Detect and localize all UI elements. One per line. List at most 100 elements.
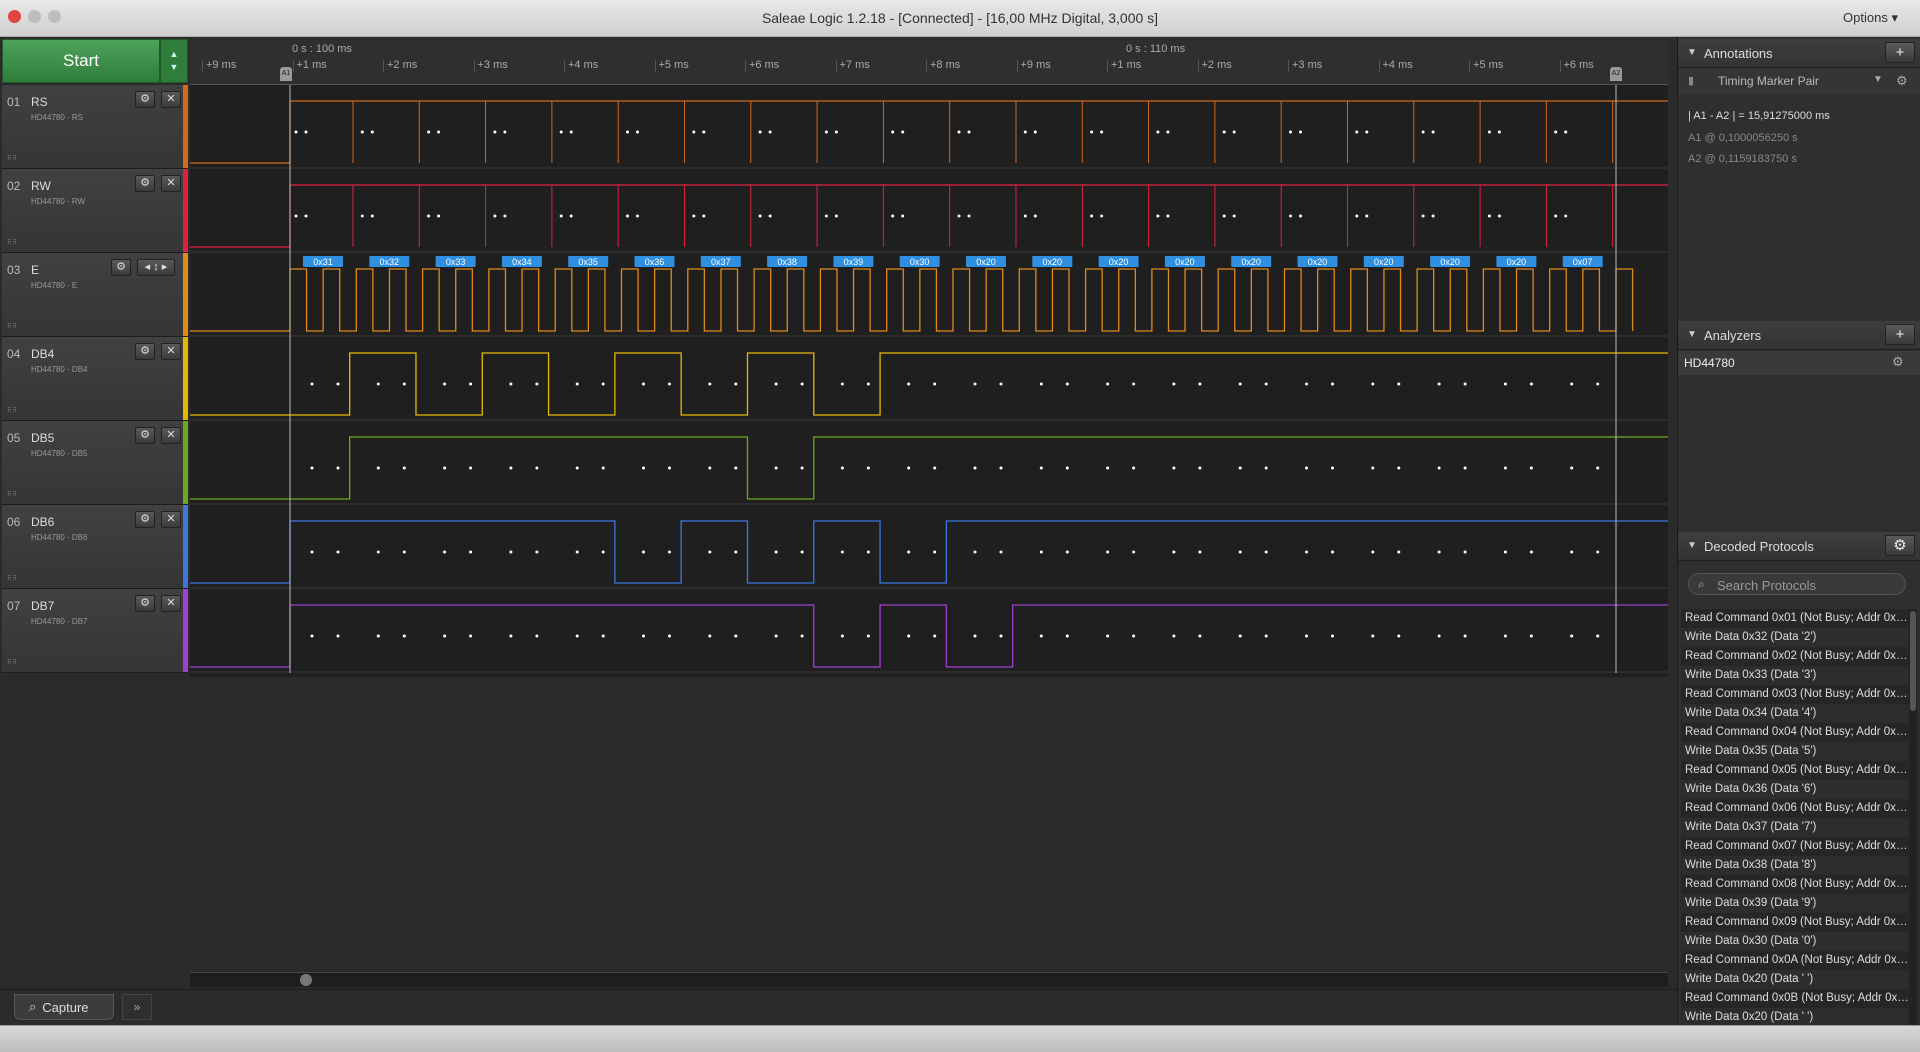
channel-settings-button[interactable]: ⚙ <box>135 343 155 360</box>
gear-icon[interactable]: ⚙ <box>1892 354 1904 370</box>
channel-remove-button[interactable]: ✕ <box>161 91 181 108</box>
channel-db6[interactable]: 06 DB6 HD44780 - DB6 ⚙ ✕ ⠿⠿ <box>2 505 188 589</box>
decoded-protocol-row[interactable]: Read Command 0x09 (Not Busy; Addr 0x09) <box>1681 913 1909 932</box>
protocol-bubble[interactable]: 0x20 <box>966 256 1006 267</box>
decoded-protocol-row[interactable]: Write Data 0x38 (Data '8') <box>1681 856 1909 875</box>
channel-db5[interactable]: 05 DB5 HD44780 - DB5 ⚙ ✕ ⠿⠿ <box>2 421 188 505</box>
decoded-protocol-row[interactable]: Read Command 0x0B (Not Busy; Addr 0x0B) <box>1681 989 1909 1008</box>
channel-rs[interactable]: 01 RS HD44780 - RS ⚙ ✕ ⠿⠿ <box>2 85 188 169</box>
protocol-bubble[interactable]: 0x20 <box>1430 256 1471 267</box>
decoded-protocol-row[interactable]: Write Data 0x30 (Data '0') <box>1681 932 1909 951</box>
protocol-bubble[interactable]: 0x20 <box>1231 256 1272 267</box>
drag-handle-icon[interactable]: ⠿⠿ <box>7 491 18 498</box>
protocol-bubble[interactable]: 0x20 <box>1164 256 1205 267</box>
protocol-bubble[interactable]: 0x35 <box>568 256 609 267</box>
decoded-protocol-row[interactable]: Read Command 0x02 (Not Busy; Addr 0x02) <box>1681 647 1909 666</box>
drag-handle-icon[interactable]: ⠿⠿ <box>7 239 18 246</box>
decoded-protocol-row[interactable]: Read Command 0x08 (Not Busy; Addr 0x08) <box>1681 875 1909 894</box>
protocol-bubble[interactable]: 0x36 <box>634 256 675 267</box>
channel-remove-button[interactable]: ✕ <box>161 511 181 528</box>
capture-tab[interactable]: ⌕ Capture <box>14 994 114 1020</box>
channel-settings-button[interactable]: ⚙ <box>135 427 155 444</box>
protocol-bubble[interactable]: 0x39 <box>833 256 874 267</box>
analyzer-item[interactable]: HD44780 ⚙ <box>1678 351 1920 375</box>
protocol-bubble[interactable]: 0x38 <box>767 256 808 267</box>
scrollbar-thumb[interactable] <box>1910 611 1916 711</box>
start-button[interactable]: Start <box>2 39 160 83</box>
drag-handle-icon[interactable]: ⠿⠿ <box>7 407 18 414</box>
decoded-protocol-row[interactable]: Write Data 0x39 (Data '9') <box>1681 894 1909 913</box>
channel-settings-button[interactable]: ⚙ <box>135 595 155 612</box>
protocols-scrollbar[interactable] <box>1909 609 1917 1025</box>
channel-db7[interactable]: 07 DB7 HD44780 - DB7 ⚙ ✕ ⠿⠿ <box>2 589 188 673</box>
decoded-protocol-row[interactable]: Write Data 0x20 (Data ' ') <box>1681 1008 1909 1025</box>
collapse-triangle-icon[interactable]: ▼ <box>1687 540 1697 551</box>
decoded-settings-button[interactable]: ⚙ <box>1885 535 1915 556</box>
collapse-triangle-icon[interactable]: ▼ <box>1687 329 1697 340</box>
protocol-bubble[interactable]: 0x07 <box>1562 256 1603 267</box>
time-ruler[interactable]: 0 s : 100 ms 0 s : 110 ms +9 ms +1 ms +2 m… <box>190 40 1668 85</box>
protocol-bubble[interactable]: 0x20 <box>1098 256 1139 267</box>
timing-marker-a2[interactable]: A2 <box>1610 67 1622 81</box>
decoded-protocol-row[interactable]: Read Command 0x05 (Not Busy; Addr 0x05) <box>1681 761 1909 780</box>
channel-remove-button[interactable]: ✕ <box>161 175 181 192</box>
start-options-button[interactable]: ▲ ▼ <box>160 39 188 83</box>
search-protocols-input[interactable] <box>1715 576 1903 594</box>
add-annotation-button[interactable]: + <box>1885 42 1915 63</box>
channel-settings-button[interactable]: ⚙ <box>135 175 155 192</box>
decoded-protocol-row[interactable]: Write Data 0x37 (Data '7') <box>1681 818 1909 837</box>
protocol-bubble[interactable]: 0x32 <box>369 256 410 267</box>
drag-handle-icon[interactable]: ⠿⠿ <box>7 659 18 666</box>
drag-handle-icon[interactable]: ⠿⠿ <box>7 575 18 582</box>
add-analyzer-button[interactable]: + <box>1885 324 1915 345</box>
waveform-view[interactable]: 0x31 0x32 0x33 0x34 0x35 0x36 0x37 0x38 0x39 0x30… <box>190 85 1668 677</box>
channel-db4[interactable]: 04 DB4 HD44780 - DB4 ⚙ ✕ ⠿⠿ <box>2 337 188 421</box>
channel-remove-button[interactable]: ✕ <box>161 595 181 612</box>
search-protocols[interactable]: ⌕ <box>1688 573 1906 595</box>
options-button[interactable]: Options ▾ <box>1843 10 1898 26</box>
decoded-protocol-row[interactable]: Write Data 0x36 (Data '6') <box>1681 780 1909 799</box>
protocol-bubble[interactable]: 0x20 <box>1496 256 1537 267</box>
decoded-protocol-row[interactable]: Read Command 0x01 (Not Busy; Addr 0x01) <box>1681 609 1909 628</box>
protocol-bubble[interactable]: 0x37 <box>700 256 741 267</box>
protocol-bubble[interactable]: 0x33 <box>435 256 476 267</box>
protocol-bubble[interactable]: 0x20 <box>1297 256 1338 267</box>
dropdown-arrow-icon[interactable]: ▼ <box>1873 74 1883 85</box>
decoded-protocol-row[interactable]: Write Data 0x34 (Data '4') <box>1681 704 1909 723</box>
scrollbar-thumb[interactable] <box>300 974 312 986</box>
channel-settings-button[interactable]: ⚙ <box>135 91 155 108</box>
decoded-protocol-row[interactable]: Write Data 0x20 (Data ' ') <box>1681 970 1909 989</box>
collapse-triangle-icon[interactable]: ▼ <box>1687 47 1697 58</box>
more-tabs-button[interactable]: » <box>122 994 152 1020</box>
timing-marker-pair-row[interactable]: ▮ Timing Marker Pair ▼ ⚙ <box>1678 68 1920 94</box>
ruler-tick <box>564 60 565 72</box>
channel-rw[interactable]: 02 RW HD44780 - RW ⚙ ✕ ⠿⠿ <box>2 169 188 253</box>
protocol-bubble[interactable]: 0x31 <box>303 256 343 267</box>
protocol-bubble-label: 0x20 <box>1308 257 1328 267</box>
channel-e[interactable]: 03 E HD44780 - E ⚙ ◂ ↕ ▸ ⠿⠿ <box>2 253 188 337</box>
decoded-protocol-row[interactable]: Write Data 0x32 (Data '2') <box>1681 628 1909 647</box>
decoded-protocols-list[interactable]: Read Command 0x01 (Not Busy; Addr 0x01) W… <box>1681 609 1909 1025</box>
decoded-protocol-row[interactable]: Read Command 0x07 (Not Busy; Addr 0x07) <box>1681 837 1909 856</box>
gear-icon[interactable]: ⚙ <box>1896 73 1908 89</box>
sample-dot <box>427 130 431 134</box>
decoded-protocol-row[interactable]: Read Command 0x04 (Not Busy; Addr 0x04) <box>1681 723 1909 742</box>
channel-settings-button[interactable]: ⚙ <box>135 511 155 528</box>
protocol-bubble[interactable]: 0x20 <box>1032 256 1073 267</box>
protocol-bubble[interactable]: 0x30 <box>899 256 940 267</box>
decoded-protocol-row[interactable]: Read Command 0x06 (Not Busy; Addr 0x06) <box>1681 799 1909 818</box>
channel-remove-button[interactable]: ✕ <box>161 427 181 444</box>
decoded-protocol-row[interactable]: Read Command 0x0A (Not Busy; Addr 0x0A) <box>1681 951 1909 970</box>
timing-marker-a1[interactable]: A1 <box>280 67 292 81</box>
drag-handle-icon[interactable]: ⠿⠿ <box>7 323 18 330</box>
edge-navigation-buttons[interactable]: ◂ ↕ ▸ <box>137 259 175 276</box>
horizontal-scrollbar[interactable] <box>190 972 1668 987</box>
decoded-protocol-row[interactable]: Read Command 0x03 (Not Busy; Addr 0x03) <box>1681 685 1909 704</box>
protocol-bubble[interactable]: 0x34 <box>501 256 542 267</box>
decoded-protocol-row[interactable]: Write Data 0x35 (Data '5') <box>1681 742 1909 761</box>
channel-remove-button[interactable]: ✕ <box>161 343 181 360</box>
channel-settings-button[interactable]: ⚙ <box>111 259 131 276</box>
decoded-protocol-row[interactable]: Write Data 0x33 (Data '3') <box>1681 666 1909 685</box>
drag-handle-icon[interactable]: ⠿⠿ <box>7 155 18 162</box>
protocol-bubble[interactable]: 0x20 <box>1363 256 1404 267</box>
